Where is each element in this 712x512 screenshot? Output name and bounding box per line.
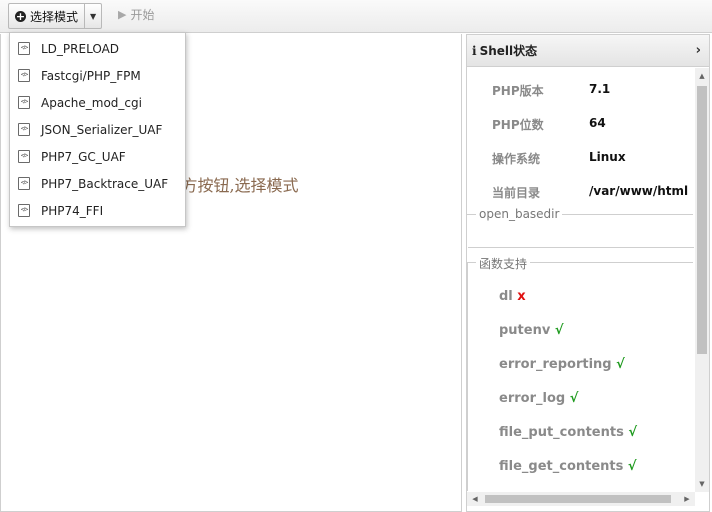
function-name: error_log	[499, 391, 566, 406]
shell-status-title: Shell状态	[479, 44, 538, 58]
function-name: dl	[499, 289, 513, 304]
supported-check-icon: √	[569, 391, 579, 406]
info-icon: i	[472, 43, 477, 58]
php-file-icon	[18, 204, 30, 217]
info-key: 操作系统	[492, 152, 541, 166]
function-name: putenv	[499, 323, 551, 338]
menu-item-label: PHP74_FFI	[41, 203, 104, 218]
start-button[interactable]: ▶ 开始	[118, 6, 154, 23]
functions-legend: 函数支持	[476, 255, 531, 272]
menu-item-php7-gc-uaf[interactable]: PHP7_GC_UAF	[10, 143, 185, 170]
function-name: error_reporting	[499, 357, 612, 372]
supported-check-icon: √	[616, 357, 625, 372]
menu-item-php74-ffi[interactable]: PHP74_FFI	[10, 197, 185, 224]
menu-item-label: LD_PRELOAD	[41, 41, 120, 56]
supported-check-icon: √	[554, 323, 564, 338]
info-value: Linux	[589, 150, 626, 164]
mode-select-button[interactable]: + 选择模式	[9, 4, 86, 28]
php-file-icon	[18, 42, 30, 55]
play-icon: ▶	[118, 8, 127, 21]
plus-circle-icon: +	[15, 9, 26, 23]
menu-item-label: JSON_Serializer_UAF	[41, 122, 163, 137]
function-item-error-log: error_log √	[499, 391, 578, 406]
supported-check-icon: √	[628, 425, 638, 440]
info-key: PHP版本	[492, 84, 544, 98]
mode-split-button[interactable]: + 选择模式 ▼	[8, 3, 103, 29]
shell-status-body: PHP版本 7.1 PHP位数 64 操作系统 Linux 当前目录 /var/…	[467, 68, 695, 491]
info-row-php-version: PHP版本 7.1	[492, 82, 610, 99]
function-item-file-put-contents: file_put_contents √	[499, 425, 637, 440]
vertical-scrollbar[interactable]: ▲ ▼	[695, 68, 709, 492]
scroll-down-arrow-icon[interactable]: ▼	[695, 476, 709, 492]
shell-status-header[interactable]: i Shell状态 ›	[467, 35, 709, 67]
menu-item-php7-backtrace-uaf[interactable]: PHP7_Backtrace_UAF	[10, 170, 185, 197]
function-name: file_get_contents	[499, 459, 624, 474]
menu-item-ld-preload[interactable]: LD_PRELOAD	[10, 35, 185, 62]
php-file-icon	[18, 69, 30, 82]
supported-check-icon: √	[627, 459, 637, 474]
php-file-icon	[18, 177, 30, 190]
info-key: PHP位数	[492, 118, 544, 132]
scroll-left-arrow-icon[interactable]: ◀	[467, 492, 483, 506]
info-value: /var/www/html	[589, 184, 689, 198]
function-item-dl: dl x	[499, 289, 526, 304]
open-basedir-fieldset: open_basedir	[467, 207, 694, 248]
scroll-up-arrow-icon[interactable]: ▲	[695, 68, 709, 84]
horizontal-scrollbar[interactable]: ◀ ▶	[467, 492, 695, 506]
php-file-icon	[18, 123, 30, 136]
php-file-icon	[18, 96, 30, 109]
info-value: 64	[589, 116, 606, 130]
info-row-php-bits: PHP位数 64	[492, 116, 606, 133]
info-key: 当前目录	[492, 186, 541, 200]
menu-item-label: PHP7_Backtrace_UAF	[41, 176, 169, 191]
mode-dropdown-toggle[interactable]: ▼	[85, 4, 101, 28]
info-value: 7.1	[589, 82, 611, 96]
info-row-current-dir: 当前目录 /var/www/html	[492, 184, 688, 201]
menu-item-label: Fastcgi/PHP_FPM	[41, 68, 141, 83]
scroll-right-arrow-icon[interactable]: ▶	[679, 492, 695, 506]
function-item-file-get-contents: file_get_contents √	[499, 459, 637, 474]
shell-status-panel: i Shell状态 › PHP版本 7.1 PHP位数 64 操作系统 Linu…	[466, 34, 710, 512]
function-item-error-reporting: error_reporting √	[499, 357, 625, 372]
function-item-putenv: putenv √	[499, 323, 564, 338]
function-name: file_put_contents	[499, 425, 624, 440]
menu-item-label: PHP7_GC_UAF	[41, 149, 126, 164]
unsupported-mark-icon: x	[517, 289, 526, 304]
menu-item-json-serializer-uaf[interactable]: JSON_Serializer_UAF	[10, 116, 185, 143]
vertical-scroll-thumb[interactable]	[697, 86, 707, 354]
toolbar: + 选择模式 ▼ ▶ 开始	[0, 0, 712, 33]
menu-item-label: Apache_mod_cgi	[41, 95, 142, 110]
open-basedir-legend: open_basedir	[476, 207, 563, 221]
divider	[468, 247, 694, 248]
menu-item-apache-mod-cgi[interactable]: Apache_mod_cgi	[10, 89, 185, 116]
php-file-icon	[18, 150, 30, 163]
info-row-os: 操作系统 Linux	[492, 150, 626, 167]
mode-select-label: 选择模式	[30, 9, 79, 24]
start-label: 开始	[130, 8, 155, 22]
mode-dropdown-menu: LD_PRELOAD Fastcgi/PHP_FPM Apache_mod_cg…	[9, 32, 186, 227]
chevron-right-icon[interactable]: ›	[696, 43, 701, 58]
menu-item-fastcgi-php-fpm[interactable]: Fastcgi/PHP_FPM	[10, 62, 185, 89]
caret-down-icon: ▼	[89, 11, 97, 21]
horizontal-scroll-thumb[interactable]	[485, 495, 671, 503]
